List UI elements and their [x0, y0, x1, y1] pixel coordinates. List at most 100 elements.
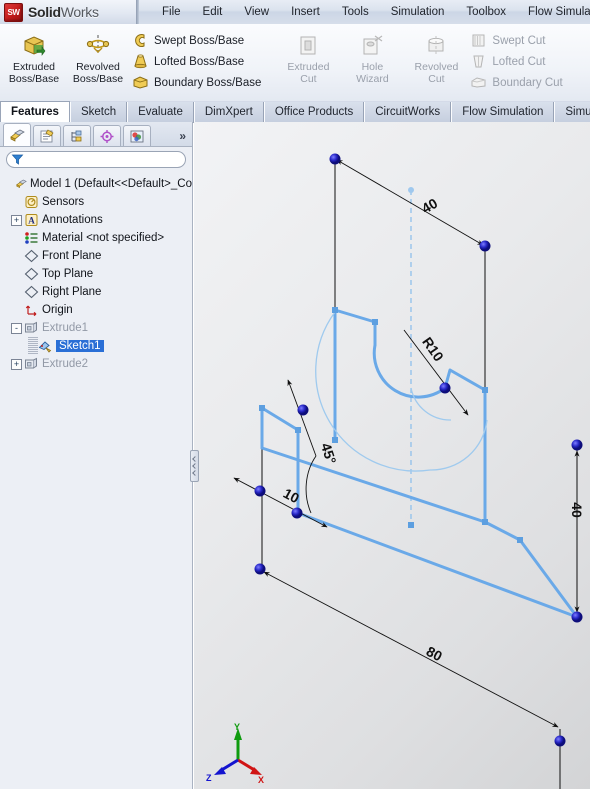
swept-boss-base-button[interactable]: Swept Boss/Base	[130, 31, 266, 50]
tree-item-extrude2[interactable]: + Extrude2	[3, 355, 192, 373]
extruded-boss-base-button[interactable]: Extruded Boss/Base	[2, 28, 66, 85]
solidworks-logo: SW SolidWorks	[0, 0, 136, 24]
property-manager-tab[interactable]	[33, 125, 61, 146]
boundary-cut-button[interactable]: Boundary Cut	[468, 73, 567, 92]
feature-tree-icon	[9, 129, 25, 142]
menu-bar: File Edit View Insert Tools Simulation T…	[139, 0, 590, 24]
graphics-viewport[interactable]: 40 R10 45° 10 40 80 Y X Z	[194, 122, 590, 789]
tab-office-products[interactable]: Office Products	[263, 102, 365, 122]
lofted-cut-icon	[473, 55, 485, 68]
tree-expander[interactable]: -	[11, 322, 22, 334]
tree-item-sensors[interactable]: Sensors	[3, 193, 192, 211]
display-manager-tab[interactable]	[123, 125, 151, 146]
lofted-boss-icon	[134, 54, 147, 69]
tree-item-right-plane[interactable]: Right Plane	[3, 283, 192, 301]
feature-manager-tabbar: »	[0, 122, 192, 147]
dimension-radius-10[interactable]: R10	[403, 329, 469, 416]
feature-tree: Model 1 (Default<<Default>_Co Sensors + …	[0, 171, 192, 373]
dimension-left-10[interactable]: 10	[233, 477, 328, 528]
origin-icon	[25, 305, 37, 317]
tree-item-extrude1[interactable]: - Extrude1	[3, 319, 192, 337]
dimension-right-40[interactable]: 40	[569, 450, 585, 613]
dimension-top-40[interactable]: 40	[336, 159, 484, 246]
lofted-boss-base-button[interactable]: Lofted Boss/Base	[130, 52, 266, 71]
tree-item-top-plane[interactable]: Top Plane	[3, 265, 192, 283]
tree-item-front-plane[interactable]: Front Plane	[3, 247, 192, 265]
tree-label: Sensors	[42, 196, 85, 208]
tree-expander[interactable]: +	[11, 214, 22, 226]
lofted-boss-label: Lofted Boss/Base	[154, 55, 245, 68]
splitter-arrow-icon	[191, 456, 198, 462]
dimension-bottom-80[interactable]: 80	[263, 571, 559, 728]
tab-circuitworks[interactable]: CircuitWorks	[364, 102, 452, 122]
tree-label: Top Plane	[42, 268, 94, 280]
menu-item-insert[interactable]: Insert	[280, 3, 331, 21]
feature-manager-panel: » Model 1 (Default<<Default>_Co Sensors …	[0, 122, 193, 789]
tree-item-sketch1[interactable]: Sketch1	[3, 337, 192, 355]
tree-item-material[interactable]: Material <not specified>	[3, 229, 192, 247]
lofted-cut-label: Lofted Cut	[492, 55, 546, 68]
hole-wizard-button[interactable]: Hole Wizard	[340, 28, 404, 85]
splitter-arrow-icon	[191, 470, 198, 476]
tree-label: Front Plane	[42, 250, 102, 262]
menu-item-simulation[interactable]: Simulation	[380, 3, 456, 21]
part-icon	[16, 179, 27, 189]
tab-dimxpert[interactable]: DimXpert	[193, 102, 264, 122]
splitter-arrow-icon	[191, 463, 198, 469]
tree-item-origin[interactable]: Origin	[3, 301, 192, 319]
tab-features[interactable]: Features	[0, 101, 70, 122]
menu-item-edit[interactable]: Edit	[192, 3, 234, 21]
menu-item-tools[interactable]: Tools	[331, 3, 380, 21]
configuration-icon	[71, 130, 82, 141]
revolved-cut-icon	[428, 36, 444, 54]
tab-simulation[interactable]: Simulat	[554, 102, 590, 122]
plane-icon	[24, 285, 39, 299]
sensors-icon	[25, 196, 38, 208]
extruded-boss-icon	[24, 36, 46, 56]
svg-text:A: A	[28, 216, 35, 226]
ribbon-group-pattern: Fillet ▾ LinearPattern ▾	[576, 24, 590, 101]
menu-item-file[interactable]: File	[151, 3, 192, 21]
feature-tree-filter-input[interactable]	[6, 151, 186, 168]
tree-item-model-1[interactable]: Model 1 (Default<<Default>_Co	[3, 175, 192, 193]
sketch-icon	[38, 341, 52, 353]
tab-evaluate[interactable]: Evaluate	[127, 102, 194, 122]
brand-text: SolidWorks	[28, 4, 99, 20]
tree-label: Origin	[42, 304, 73, 316]
tab-sketch[interactable]: Sketch	[69, 102, 128, 122]
sketch-geometry[interactable]	[260, 308, 579, 619]
extruded-cut-button[interactable]: Extruded Cut	[276, 28, 340, 85]
boundary-cut-icon	[471, 77, 486, 88]
extrude-feature-icon	[25, 321, 37, 333]
dimxpert-manager-tab[interactable]	[93, 125, 121, 146]
plane-icon	[24, 267, 39, 281]
command-manager-tabs: Features Sketch Evaluate DimXpert Office…	[0, 101, 590, 123]
tree-label: Material <not specified>	[42, 232, 165, 244]
feature-manager-tab[interactable]	[3, 123, 31, 146]
menu-item-view[interactable]: View	[233, 3, 280, 21]
solidworks-window: SW SolidWorks File Edit View Insert Tool…	[0, 0, 590, 789]
coordinate-triad: Y X Z	[206, 722, 264, 785]
panel-splitter-handle[interactable]	[190, 450, 199, 482]
tree-expander[interactable]: +	[11, 358, 22, 370]
brand-light: Works	[60, 4, 99, 20]
swept-boss-label: Swept Boss/Base	[154, 34, 245, 47]
sketch-points[interactable]	[254, 153, 583, 747]
lofted-cut-button[interactable]: Lofted Cut	[468, 52, 567, 71]
extruded-cut-icon	[300, 36, 316, 55]
tree-item-annotations[interactable]: + A Annotations	[3, 211, 192, 229]
dimension-value: 40	[419, 195, 441, 217]
tree-label: Extrude1	[42, 322, 89, 334]
revolved-cut-button[interactable]: Revolved Cut	[404, 28, 468, 85]
menu-item-flow-simulation[interactable]: Flow Simulation	[517, 3, 590, 21]
configuration-manager-tab[interactable]	[63, 125, 91, 146]
boundary-boss-base-button[interactable]: Boundary Boss/Base	[130, 73, 266, 92]
extruded-boss-label: Extruded Boss/Base	[8, 61, 60, 85]
tab-flow-simulation[interactable]: Flow Simulation	[451, 102, 555, 122]
menu-item-toolbox[interactable]: Toolbox	[455, 3, 517, 21]
feature-manager-more-button[interactable]: »	[179, 129, 186, 143]
fillet-button[interactable]: Fillet ▾	[578, 28, 590, 84]
revolved-boss-base-button[interactable]: Revolved Boss/Base	[66, 28, 130, 85]
ribbon-toolbar: Extruded Boss/Base Revolved Boss/Base Sw…	[0, 24, 590, 102]
swept-cut-button[interactable]: Swept Cut	[468, 31, 567, 50]
